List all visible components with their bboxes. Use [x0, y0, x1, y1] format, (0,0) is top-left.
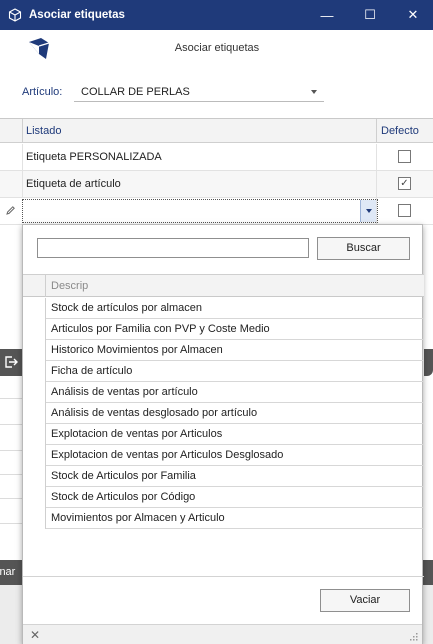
- list-item[interactable]: Explotacion de ventas por Articulos: [23, 424, 424, 445]
- grid-row[interactable]: Etiqueta PERSONALIZADA: [0, 144, 433, 171]
- app-cube-icon: [7, 7, 23, 23]
- background-divider: [0, 498, 22, 499]
- close-icon[interactable]: ✕: [30, 628, 40, 642]
- list-item-label[interactable]: Articulos por Familia con PVP y Coste Me…: [46, 319, 424, 340]
- title-bar: Asociar etiquetas — ☐ ✕: [0, 0, 433, 30]
- list-item-label[interactable]: Stock de Articulos por Familia: [46, 466, 424, 487]
- header-separator: [22, 119, 23, 143]
- list-item-label[interactable]: Ficha de artículo: [46, 361, 424, 382]
- listado-dropdown-popup: Buscar Descrip Stock de artículos por al…: [22, 224, 424, 644]
- list-item[interactable]: Análisis de ventas por artículo: [23, 382, 424, 403]
- popup-divider: [23, 576, 424, 577]
- row-separator: [376, 171, 377, 198]
- exit-icon[interactable]: [4, 355, 18, 369]
- listado-combo-input[interactable]: [22, 199, 378, 223]
- background-divider: [0, 424, 22, 425]
- list-item-label[interactable]: Stock de Articulos por Código: [46, 487, 424, 508]
- list-item-label[interactable]: Historico Movimientos por Almacen: [46, 340, 424, 361]
- finalizar-label: inar: [0, 566, 16, 578]
- list-item-label[interactable]: Análisis de ventas desglosado por artícu…: [46, 403, 424, 424]
- background-divider: [0, 474, 22, 475]
- grid-cell-listado[interactable]: Etiqueta de artículo: [26, 178, 121, 190]
- list-item-label[interactable]: Explotacion de ventas por Articulos Desg…: [46, 445, 424, 466]
- background-divider: [0, 523, 22, 524]
- row-separator: [376, 198, 377, 225]
- search-input[interactable]: [37, 238, 309, 258]
- column-header-listado[interactable]: Listado: [26, 125, 61, 137]
- list-item-label[interactable]: Explotacion de ventas por Articulos: [46, 424, 424, 445]
- background-toolbar-edge: [423, 349, 433, 376]
- resize-grip-icon[interactable]: [409, 632, 418, 641]
- article-label: Artículo:: [22, 86, 63, 98]
- background-divider: [0, 450, 22, 451]
- grid-row-editing[interactable]: [0, 198, 433, 225]
- background-toolbar: [0, 349, 22, 376]
- search-button[interactable]: Buscar: [317, 237, 410, 260]
- list-header: Descrip: [23, 275, 424, 297]
- grid-cell-listado[interactable]: Etiqueta PERSONALIZADA: [26, 151, 162, 163]
- column-header-defecto[interactable]: Defecto: [381, 125, 419, 137]
- pencil-icon: [5, 205, 16, 216]
- list-item-label[interactable]: Movimientos por Almacen y Articulo: [46, 508, 424, 529]
- minimize-button[interactable]: —: [307, 0, 347, 30]
- close-button[interactable]: ✕: [393, 0, 433, 30]
- clear-button[interactable]: Vaciar: [320, 589, 410, 612]
- list-item[interactable]: Explotacion de ventas por Articulos Desg…: [23, 445, 424, 466]
- list-item[interactable]: Articulos por Familia con PVP y Coste Me…: [23, 319, 424, 340]
- list-item[interactable]: Ficha de artículo: [23, 361, 424, 382]
- grid-header: Listado Defecto: [0, 119, 433, 143]
- row-separator: [22, 144, 23, 171]
- defecto-checkbox[interactable]: [398, 204, 411, 217]
- header-separator: [376, 119, 377, 143]
- background-finalizar-button[interactable]: inar: [0, 560, 22, 585]
- defecto-checkbox[interactable]: [398, 150, 411, 163]
- list-item[interactable]: Historico Movimientos por Almacen: [23, 340, 424, 361]
- defecto-checkbox[interactable]: ✓: [398, 177, 411, 190]
- list-item[interactable]: Stock de Articulos por Código: [23, 487, 424, 508]
- list-item-label[interactable]: Stock de artículos por almacen: [46, 298, 424, 319]
- popup-status-bar: ✕: [23, 624, 422, 644]
- combo-dropdown-button[interactable]: [360, 200, 377, 222]
- list-item-label[interactable]: Análisis de ventas por artículo: [46, 382, 424, 403]
- column-header-descrip[interactable]: Descrip: [51, 280, 88, 292]
- chevron-down-icon[interactable]: [311, 90, 317, 94]
- report-list: Descrip Stock de artículos por almacen A…: [23, 274, 424, 529]
- dialog-subtitle: Asociar etiquetas: [174, 42, 260, 54]
- list-item[interactable]: Movimientos por Almacen y Articulo: [23, 508, 424, 529]
- row-separator: [376, 144, 377, 171]
- background-button-edge: [423, 560, 433, 585]
- article-select[interactable]: COLLAR DE PERLAS: [74, 82, 324, 102]
- list-item[interactable]: Stock de artículos por almacen: [23, 298, 424, 319]
- list-item[interactable]: Stock de Articulos por Familia: [23, 466, 424, 487]
- maximize-button[interactable]: ☐: [350, 0, 390, 30]
- chevron-down-icon: [366, 209, 372, 213]
- header-separator: [45, 275, 46, 297]
- grid-row[interactable]: Etiqueta de artículo ✓: [0, 171, 433, 198]
- background-divider: [0, 398, 22, 399]
- window-title: Asociar etiquetas: [29, 9, 125, 21]
- list-item[interactable]: Análisis de ventas desglosado por artícu…: [23, 403, 424, 424]
- row-separator: [22, 171, 23, 198]
